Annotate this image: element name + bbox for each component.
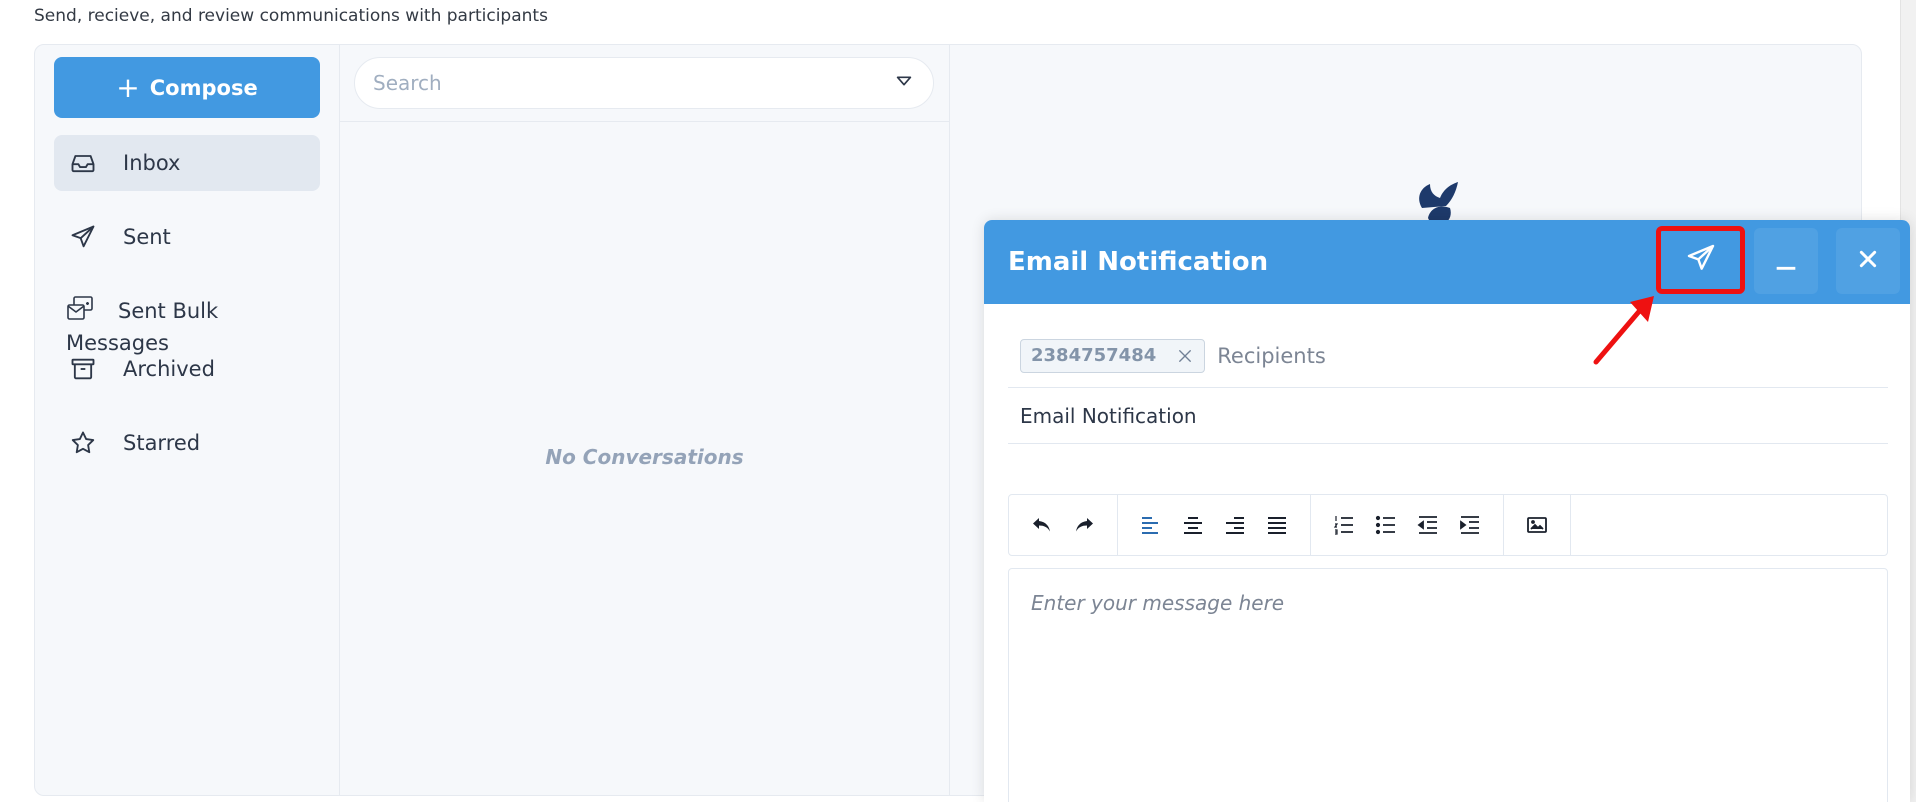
align-center-icon xyxy=(1184,517,1202,534)
alignment-group xyxy=(1118,495,1311,555)
recipients-field: 2384757484 xyxy=(1008,324,1888,388)
redo-icon xyxy=(1076,518,1093,532)
close-button[interactable] xyxy=(1836,228,1900,294)
compose-email-modal: Email Notification 2384757484 Recipients… xyxy=(984,220,1910,802)
star-icon xyxy=(68,428,98,458)
modal-title: Email Notification xyxy=(1008,247,1269,277)
subject-field[interactable]: Email Notification xyxy=(1008,388,1888,444)
red-arrow-annotation-icon xyxy=(1593,296,1654,365)
paper-plane-icon xyxy=(1685,242,1717,278)
sidebar-item-label: Starred xyxy=(123,431,201,455)
editor-toolbar xyxy=(1008,494,1888,556)
ordered-list-icon xyxy=(1333,516,1353,535)
sidebar-item-label: Inbox xyxy=(123,151,181,175)
archive-box-icon xyxy=(68,354,98,384)
remove-recipient-icon[interactable] xyxy=(1176,347,1194,365)
image-icon xyxy=(1527,517,1547,533)
send-button[interactable] xyxy=(1656,226,1745,294)
align-justify-button[interactable] xyxy=(1256,504,1298,546)
align-center-button[interactable] xyxy=(1172,504,1214,546)
bullet-list-button[interactable] xyxy=(1365,504,1407,546)
insert-image-button[interactable] xyxy=(1516,504,1558,546)
bulk-mail-icon xyxy=(66,295,96,323)
subject-value: Email Notification xyxy=(1020,403,1197,428)
recipients-input[interactable] xyxy=(1217,343,1518,368)
indent-button[interactable] xyxy=(1449,504,1491,546)
ordered-list-button[interactable] xyxy=(1323,504,1365,546)
indent-icon xyxy=(1460,516,1479,534)
undo-icon xyxy=(1033,518,1050,532)
inbox-icon xyxy=(68,148,98,178)
list-group xyxy=(1311,495,1504,555)
compose-label: Compose xyxy=(149,75,258,100)
align-right-button[interactable] xyxy=(1214,504,1256,546)
sidebar-item-label: Archived xyxy=(123,357,215,381)
media-group xyxy=(1504,495,1571,555)
divider xyxy=(340,121,949,122)
plus-icon: + xyxy=(116,70,140,104)
undo-button[interactable] xyxy=(1021,504,1063,546)
modal-header: Email Notification xyxy=(984,220,1910,304)
filter-dropdown-icon[interactable] xyxy=(893,70,915,96)
redo-button[interactable] xyxy=(1063,504,1105,546)
bullet-list-icon xyxy=(1375,515,1395,535)
search-input[interactable] xyxy=(373,71,893,95)
minimize-icon xyxy=(1770,243,1802,279)
history-group xyxy=(1009,495,1118,555)
recipient-chip: 2384757484 xyxy=(1020,338,1206,373)
sidebar-item-sent[interactable]: Sent xyxy=(54,209,320,265)
minimize-button[interactable] xyxy=(1754,228,1818,294)
align-right-icon xyxy=(1226,517,1244,534)
align-left-button[interactable] xyxy=(1130,504,1172,546)
page-subtitle: Send, recieve, and review communications… xyxy=(34,6,548,26)
sidebar-item-archived[interactable]: Archived xyxy=(54,341,320,397)
close-icon xyxy=(1852,243,1884,279)
sidebar-item-inbox[interactable]: Inbox xyxy=(54,135,320,191)
outdent-icon xyxy=(1417,516,1437,534)
brand-logo-icon xyxy=(1419,182,1458,222)
align-left-icon xyxy=(1142,517,1158,534)
sidebar-item-starred[interactable]: Starred xyxy=(54,415,320,471)
recipient-chip-label: 2384757484 xyxy=(1031,345,1157,366)
paper-plane-icon xyxy=(68,222,98,252)
message-body xyxy=(1008,568,1888,802)
align-justify-icon xyxy=(1268,517,1286,534)
mail-sidebar: + Compose Inbox Sent Sent Bulk Messages … xyxy=(35,45,340,795)
empty-state-text: No Conversations xyxy=(545,445,744,469)
outdent-button[interactable] xyxy=(1407,504,1449,546)
compose-button[interactable]: + Compose xyxy=(54,57,320,118)
conversation-list: No Conversations xyxy=(340,45,950,795)
conversation-search xyxy=(354,57,934,109)
message-textarea[interactable] xyxy=(1031,591,1865,802)
sidebar-item-label: Sent xyxy=(123,225,171,249)
